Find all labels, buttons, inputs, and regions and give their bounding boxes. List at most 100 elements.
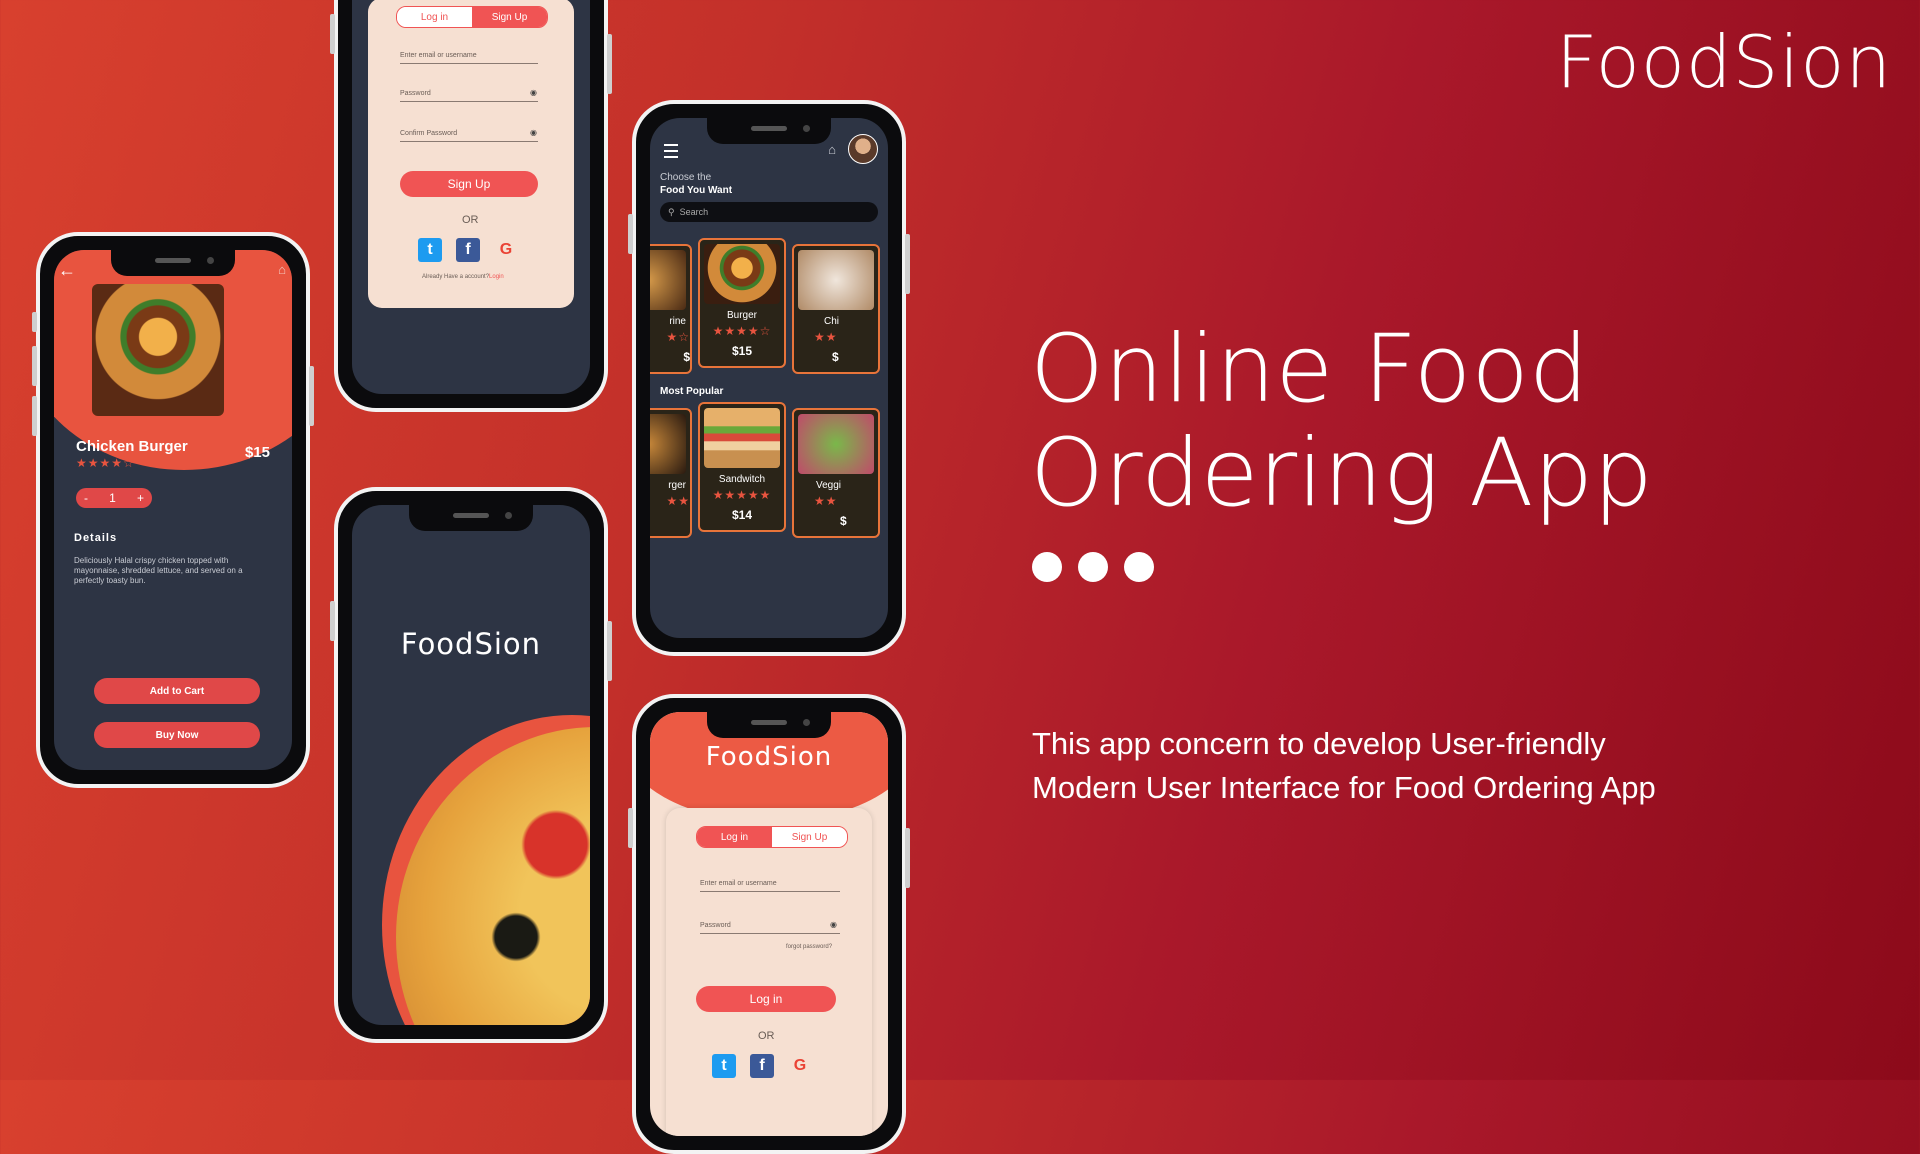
signup-card: Log in Sign Up Enter email or username P… — [368, 0, 574, 308]
food-price: $ — [840, 514, 847, 528]
plus-button[interactable]: + — [137, 491, 144, 505]
brand-title: FoodSion — [1555, 20, 1892, 104]
dots-decoration — [1032, 552, 1154, 582]
details-text: Deliciously Halal crispy chicken topped … — [74, 556, 243, 585]
food-name: Burger — [726, 310, 757, 321]
burger-image — [92, 284, 224, 416]
password-field[interactable]: Password — [700, 922, 840, 934]
already-account: Already Have a account?Login — [422, 274, 504, 280]
phone-login: FoodSion Log in Sign Up Enter email or u… — [628, 694, 910, 1154]
food-name: Veggi — [816, 480, 842, 491]
login-link[interactable]: Login — [489, 274, 504, 280]
food-image — [798, 414, 874, 474]
dot — [1078, 552, 1108, 582]
food-stars: ★★★★★ — [712, 488, 772, 502]
food-name: rger — [668, 480, 686, 491]
login-screen: FoodSion Log in Sign Up Enter email or u… — [650, 712, 888, 1136]
food-card[interactable]: rger ★★ — [650, 408, 692, 538]
description-line-2: Modern User Interface for Food Ordering … — [1032, 770, 1656, 805]
notch — [707, 118, 831, 144]
tab-login[interactable]: Log in — [697, 827, 772, 847]
social-buttons: t f G — [418, 238, 518, 262]
back-arrow-icon[interactable]: ← — [58, 260, 76, 281]
food-name: Chi — [824, 316, 840, 327]
food-price: $15 — [731, 344, 753, 358]
food-image — [704, 408, 780, 468]
food-stars: ★★ — [666, 494, 690, 508]
notch — [707, 712, 831, 738]
rating-stars: ★★★★☆ — [76, 456, 135, 470]
eye-icon[interactable]: ◉ — [830, 920, 837, 929]
headline-line-2: Ordering App — [1030, 419, 1653, 528]
email-field[interactable]: Enter email or username — [700, 880, 840, 892]
notch — [111, 250, 235, 276]
notch — [409, 505, 533, 531]
dot — [1124, 552, 1154, 582]
minus-button[interactable]: - — [84, 491, 88, 505]
food-price: $14 — [731, 508, 753, 522]
quantity-value: 1 — [109, 491, 116, 505]
food-stars: ★★★★☆ — [712, 324, 772, 338]
food-image — [650, 414, 686, 474]
food-image — [650, 250, 686, 310]
food-card[interactable]: Sandwitch ★★★★★ $14 — [698, 402, 786, 532]
description-line-1: This app concern to develop User-friendl… — [1032, 726, 1606, 761]
menu-screen: ⌂ Choose the Food You Want ⚲ Search rine… — [650, 118, 888, 638]
or-divider: OR — [758, 1030, 775, 1042]
login-button[interactable]: Log in — [696, 986, 836, 1012]
food-name: Sandwitch — [718, 474, 766, 485]
google-icon[interactable]: G — [788, 1054, 812, 1078]
food-price: $ — [683, 350, 690, 364]
password-field[interactable]: Password — [400, 90, 538, 102]
food-stars: ★★ — [814, 494, 838, 508]
confirm-password-field[interactable]: Confirm Password — [400, 130, 538, 142]
dot — [1032, 552, 1062, 582]
tab-signup[interactable]: Sign Up — [472, 7, 547, 27]
food-card[interactable]: Burger ★★★★☆ $15 — [698, 238, 786, 368]
cart-icon[interactable]: ⌂ — [828, 142, 836, 157]
menu-icon[interactable] — [664, 144, 678, 158]
forgot-password-link[interactable]: forgot password? — [786, 944, 832, 950]
pizza-image — [396, 727, 590, 1025]
food-card[interactable]: Veggi ★★ $ — [792, 408, 880, 538]
tab-signup[interactable]: Sign Up — [772, 827, 847, 847]
twitter-icon[interactable]: t — [712, 1054, 736, 1078]
food-name: rine — [669, 316, 686, 327]
item-name: Chicken Burger — [76, 438, 188, 455]
greeting-line-1: Choose the — [660, 172, 712, 183]
cart-icon[interactable]: ⌂ — [278, 262, 286, 277]
quantity-stepper[interactable]: - 1 + — [76, 488, 152, 508]
headline: Online Food Ordering App — [1030, 318, 1653, 526]
twitter-icon[interactable]: t — [418, 238, 442, 262]
most-popular-heading: Most Popular — [660, 386, 724, 397]
phone-detail: ← ⌂ Chicken Burger $15 ★★★★☆ - 1 + Detai… — [32, 232, 314, 788]
food-card[interactable]: Chi ★★ $ — [792, 244, 880, 374]
eye-icon[interactable]: ◉ — [530, 88, 537, 97]
headline-line-1: Online Food — [1030, 315, 1589, 424]
buy-now-button[interactable]: Buy Now — [94, 722, 260, 748]
signup-button[interactable]: Sign Up — [400, 171, 538, 197]
add-to-cart-button[interactable]: Add to Cart — [94, 678, 260, 704]
auth-toggle[interactable]: Log in Sign Up — [696, 826, 848, 848]
facebook-icon[interactable]: f — [750, 1054, 774, 1078]
social-buttons: t f G — [712, 1054, 812, 1078]
food-price: $ — [832, 350, 839, 364]
food-stars: ★☆ — [666, 330, 690, 344]
search-placeholder: Search — [679, 207, 709, 217]
eye-icon[interactable]: ◉ — [530, 128, 537, 137]
phone-menu: ⌂ Choose the Food You Want ⚲ Search rine… — [628, 100, 910, 656]
facebook-icon[interactable]: f — [456, 238, 480, 262]
food-stars: ★★ — [814, 330, 838, 344]
phone-signup: Log in Sign Up Enter email or username P… — [330, 0, 612, 412]
auth-toggle[interactable]: Log in Sign Up — [396, 6, 548, 28]
search-input[interactable]: ⚲ Search — [660, 202, 878, 222]
splash-screen: FoodSion — [352, 505, 590, 1025]
greeting-line-2: Food You Want — [660, 185, 733, 196]
email-field[interactable]: Enter email or username — [400, 52, 538, 64]
avatar[interactable] — [848, 134, 878, 164]
detail-screen: ← ⌂ Chicken Burger $15 ★★★★☆ - 1 + Detai… — [54, 250, 292, 770]
tab-login[interactable]: Log in — [397, 7, 472, 27]
food-card[interactable]: rine ★☆ $ — [650, 244, 692, 374]
google-icon[interactable]: G — [494, 238, 518, 262]
food-image — [704, 244, 780, 304]
